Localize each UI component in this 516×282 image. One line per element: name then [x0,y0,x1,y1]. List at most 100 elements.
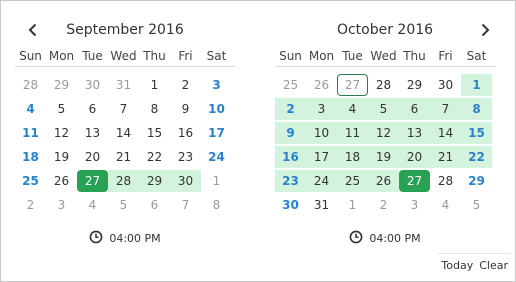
day-cell[interactable]: 3 [399,194,430,216]
day-cell[interactable]: 28 [15,74,46,96]
day-cell[interactable]: 8 [461,98,492,120]
day-cell[interactable]: 6 [399,98,430,120]
day-cell[interactable]: 20 [399,146,430,168]
weekday-label: Wed [370,48,397,63]
weekday-label: Fri [178,48,193,63]
day-cell[interactable]: 1 [201,170,232,192]
day-cell[interactable]: 4 [15,98,46,120]
day-cell[interactable]: 29 [46,74,77,96]
day-cell[interactable]: 15 [461,122,492,144]
day-cell[interactable]: 1 [337,194,368,216]
weekday-header: Sun Mon Tue Wed Thu Fri Sat [275,45,495,67]
day-cell[interactable]: 23 [275,170,306,192]
day-cell[interactable]: 5 [108,194,139,216]
day-cell[interactable]: 28 [108,170,139,192]
month-title[interactable]: September 2016 [66,22,183,38]
day-cell[interactable]: 4 [77,194,108,216]
day-cell[interactable]: 16 [275,146,306,168]
day-cell[interactable]: 13 [399,122,430,144]
day-cell[interactable]: 22 [461,146,492,168]
day-cell[interactable]: 9 [275,122,306,144]
day-cell[interactable]: 1 [139,74,170,96]
clear-button[interactable]: Clear [476,259,511,272]
day-cell[interactable]: 2 [170,74,201,96]
day-cell[interactable]: 19 [46,146,77,168]
day-cell[interactable]: 9 [170,98,201,120]
day-cell[interactable]: 13 [77,122,108,144]
day-cell-selected[interactable]: 27 [77,170,108,192]
day-cell[interactable]: 7 [430,98,461,120]
day-cell[interactable]: 16 [170,122,201,144]
day-cell[interactable]: 15 [139,122,170,144]
time-selector[interactable]: 04:00 PM [275,229,495,247]
day-cell[interactable]: 25 [275,74,306,96]
day-cell[interactable]: 19 [368,146,399,168]
day-cell[interactable]: 11 [337,122,368,144]
today-button[interactable]: Today [438,259,476,272]
day-cell[interactable]: 26 [368,170,399,192]
day-cell[interactable]: 28 [368,74,399,96]
day-cell[interactable]: 29 [461,170,492,192]
date-range-picker: September 2016 Sun Mon Tue Wed Thu Fri Sat 28 2… [0,0,516,282]
day-cell[interactable]: 26 [306,74,337,96]
time-selector[interactable]: 04:00 PM [15,229,235,247]
picker-footer: Today Clear [438,253,511,277]
day-cell[interactable]: 6 [77,98,108,120]
day-cell[interactable]: 14 [430,122,461,144]
day-cell[interactable]: 12 [368,122,399,144]
day-cell[interactable]: 8 [139,98,170,120]
weekday-label: Thu [403,48,426,63]
day-cell[interactable]: 31 [108,74,139,96]
day-cell[interactable]: 5 [46,98,77,120]
day-cell[interactable]: 5 [368,98,399,120]
day-cell[interactable]: 7 [170,194,201,216]
day-cell[interactable]: 4 [430,194,461,216]
day-cell[interactable]: 14 [108,122,139,144]
day-cell[interactable]: 22 [139,146,170,168]
weekday-label: Mon [308,48,335,63]
day-cell[interactable]: 30 [275,194,306,216]
day-cell[interactable]: 24 [306,170,337,192]
day-cell[interactable]: 23 [170,146,201,168]
day-cell[interactable]: 1 [461,74,492,96]
day-cell[interactable]: 27 [337,74,368,96]
day-cell[interactable]: 25 [337,170,368,192]
day-cell[interactable]: 21 [108,146,139,168]
day-cell[interactable]: 29 [139,170,170,192]
day-cell[interactable]: 3 [46,194,77,216]
day-cell[interactable]: 30 [430,74,461,96]
day-cell[interactable]: 18 [337,146,368,168]
day-cell[interactable]: 2 [368,194,399,216]
day-cell[interactable]: 28 [430,170,461,192]
day-cell[interactable]: 24 [201,146,232,168]
day-cell[interactable]: 11 [15,122,46,144]
day-cell[interactable]: 25 [15,170,46,192]
day-cell[interactable]: 17 [306,146,337,168]
day-cell[interactable]: 10 [201,98,232,120]
day-cell[interactable]: 20 [77,146,108,168]
day-cell[interactable]: 17 [201,122,232,144]
weekday-label: Fri [438,48,453,63]
day-cell[interactable]: 18 [15,146,46,168]
day-cell[interactable]: 30 [170,170,201,192]
day-cell[interactable]: 6 [139,194,170,216]
day-cell[interactable]: 12 [46,122,77,144]
day-cell[interactable]: 3 [306,98,337,120]
day-cell[interactable]: 3 [201,74,232,96]
day-cell[interactable]: 5 [461,194,492,216]
day-cell[interactable]: 30 [77,74,108,96]
day-cell[interactable]: 31 [306,194,337,216]
day-cell[interactable]: 7 [108,98,139,120]
day-cell-selected[interactable]: 27 [399,170,430,192]
chevron-right-icon[interactable] [473,19,497,41]
day-cell[interactable]: 4 [337,98,368,120]
day-cell[interactable]: 10 [306,122,337,144]
day-cell[interactable]: 29 [399,74,430,96]
day-cell[interactable]: 21 [430,146,461,168]
chevron-left-icon[interactable] [21,19,45,41]
day-cell[interactable]: 2 [15,194,46,216]
day-cell[interactable]: 26 [46,170,77,192]
day-cell[interactable]: 2 [275,98,306,120]
day-cell[interactable]: 8 [201,194,232,216]
month-title[interactable]: October 2016 [337,22,433,38]
